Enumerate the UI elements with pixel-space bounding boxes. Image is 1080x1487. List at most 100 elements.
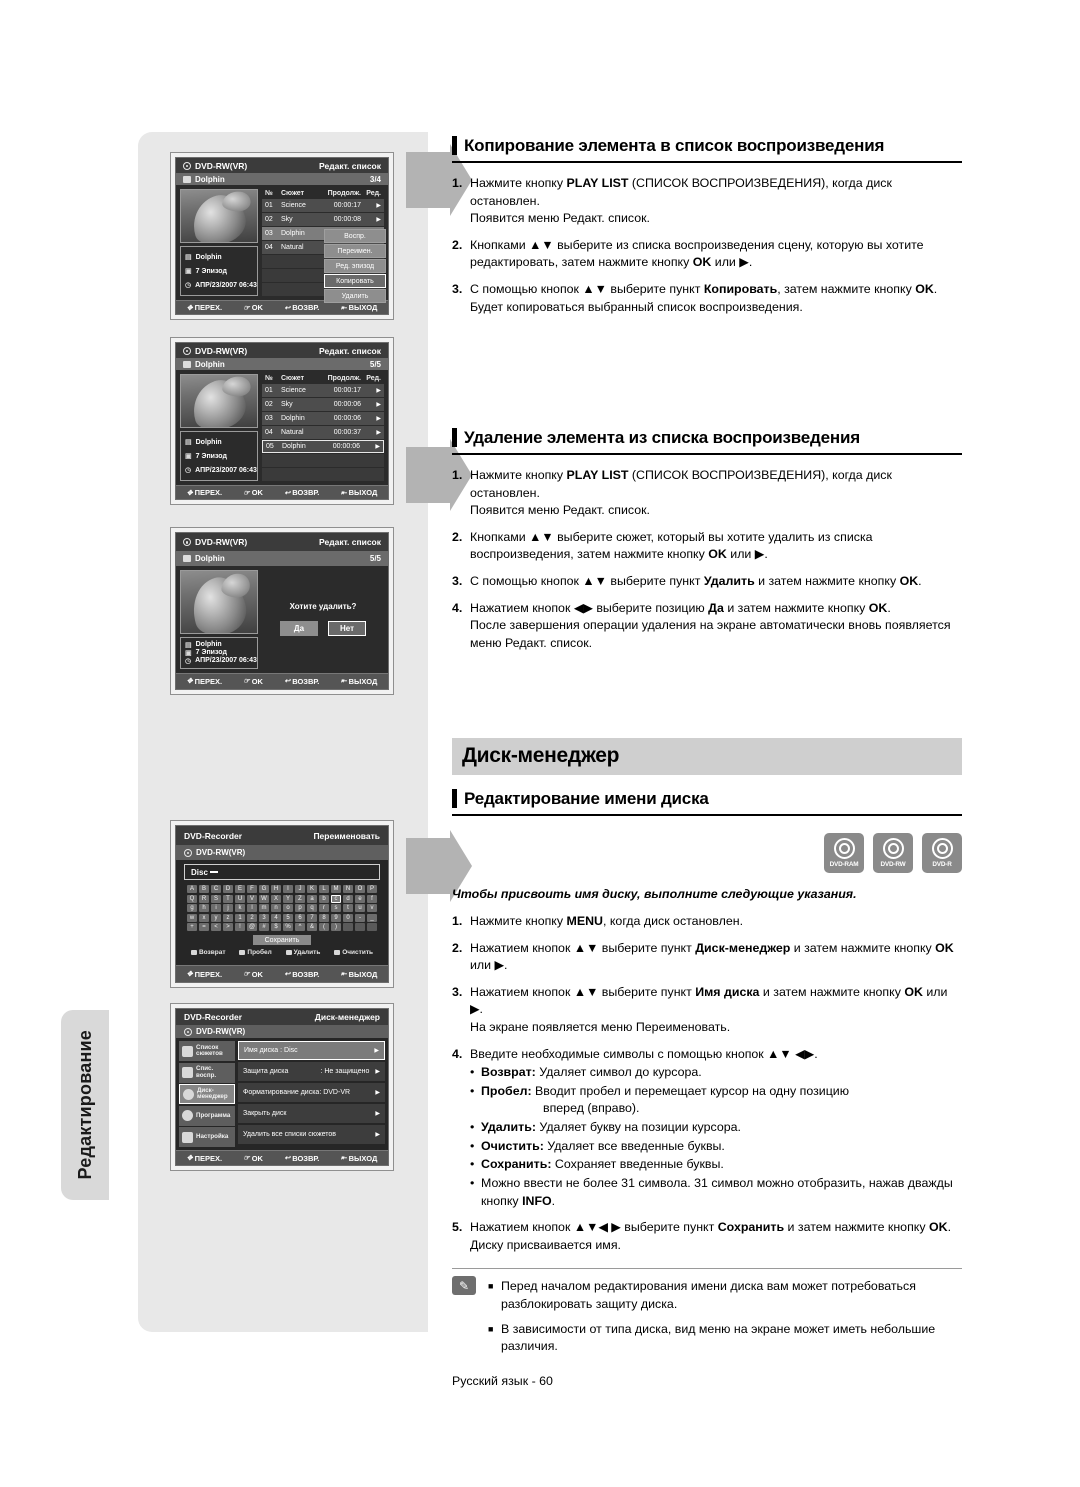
keyboard-key[interactable]: K [306, 885, 318, 893]
keyboard-key[interactable]: 3 [258, 913, 270, 922]
keyboard-key[interactable]: > [222, 923, 234, 931]
keyboard-key[interactable]: s [330, 904, 342, 912]
keyboard-key[interactable]: V [246, 894, 258, 903]
context-menu-item-rename[interactable]: Переимен. [324, 244, 386, 259]
sidebar-item-title-list[interactable]: Список сюжетов [179, 1041, 235, 1062]
keyboard-key[interactable]: O [354, 885, 366, 893]
keyboard-key[interactable]: U [234, 894, 246, 903]
keyboard-key[interactable]: L [318, 885, 330, 893]
keyboard-key[interactable]: 9 [330, 913, 342, 922]
keyboard-key[interactable]: t [342, 904, 354, 912]
menu-item-delete-all-playlists[interactable]: Удалить все списки сюжетов ▶ [238, 1125, 385, 1145]
keyboard-key[interactable]: 8 [318, 913, 330, 922]
keyboard-key[interactable]: & [306, 923, 318, 931]
confirm-yes-button[interactable]: Да [280, 621, 318, 637]
keyboard-key[interactable]: F [246, 885, 258, 893]
keyboard-key[interactable]: m [258, 904, 270, 912]
keyboard-key[interactable]: z [222, 913, 234, 922]
keyboard-key[interactable]: S [210, 894, 222, 903]
keyboard-key[interactable]: q [306, 904, 318, 912]
keyboard-key[interactable]: ) [330, 923, 342, 931]
keyboard-key[interactable]: R [198, 894, 210, 903]
keyboard-key[interactable]: j [222, 904, 234, 912]
table-row[interactable]: 03 Dolphin 00:00:06 ▶ [262, 412, 384, 426]
keyboard-key[interactable]: ( [318, 923, 330, 931]
keyboard-key[interactable]: c [330, 894, 342, 903]
keyboard-key[interactable]: 1 [234, 913, 246, 922]
context-menu-item-delete[interactable]: Удалить [324, 289, 386, 304]
context-menu[interactable]: Воспр. Переимен. Ред. эпизод Копировать … [324, 229, 386, 304]
keyboard-key[interactable]: 6 [294, 913, 306, 922]
keyboard-key[interactable]: x [198, 913, 210, 922]
keyboard-key[interactable]: J [294, 885, 306, 893]
keyboard-key[interactable]: g [186, 904, 198, 912]
keyboard-key[interactable]: 7 [306, 913, 318, 922]
table-row[interactable]: 01 Science 00:00:17 ▶ [262, 199, 384, 213]
sidebar-item-disc-manager[interactable]: Диск-менеджер [179, 1084, 235, 1105]
disc-manager-sidebar[interactable]: Список сюжетов Спис. воспр. Диск-менедже… [179, 1041, 235, 1148]
keyboard-key[interactable]: i [210, 904, 222, 912]
disc-manager-menu[interactable]: Имя диска : Disc ▶ Защита диска: Не защищ… [238, 1041, 385, 1147]
table-row[interactable]: 01 Science 00:00:17 ▶ [262, 384, 384, 398]
keyboard-key[interactable]: Q [186, 894, 198, 903]
keyboard-key[interactable]: p [294, 904, 306, 912]
keyboard-key[interactable]: A [186, 885, 198, 893]
menu-item-disc-protection[interactable]: Защита диска: Не защищено ▶ [238, 1062, 385, 1082]
keyboard-key[interactable]: N [342, 885, 354, 893]
keyboard-key[interactable]: Z [294, 894, 306, 903]
keyboard-key[interactable]: ! [234, 923, 246, 931]
keyboard-key[interactable]: 4 [270, 913, 282, 922]
context-menu-item-copy[interactable]: Копировать [324, 274, 386, 289]
keyboard-key[interactable]: C [210, 885, 222, 893]
confirm-no-button[interactable]: Нет [328, 621, 366, 637]
keyboard-key[interactable]: G [258, 885, 270, 893]
keyboard-key[interactable]: b [318, 894, 330, 903]
keyboard-key[interactable]: % [282, 923, 294, 931]
keyboard-key[interactable]: a [306, 894, 318, 903]
onscreen-keyboard[interactable]: ABCDEFGHIJKLMNOPQRSTUVWXYZabcdefghijklmn… [184, 885, 380, 931]
keyboard-key[interactable]: D [222, 885, 234, 893]
keyboard-key[interactable]: @ [246, 923, 258, 931]
keyboard-key[interactable]: v [366, 904, 378, 912]
keyboard-key[interactable]: k [234, 904, 246, 912]
keyboard-key[interactable]: # [258, 923, 270, 931]
keyboard-key[interactable]: o [282, 904, 294, 912]
scene-list[interactable]: 01 Science 00:00:17 ▶ 02 Sky 00:00:06 ▶ 03 Dolp… [262, 384, 384, 482]
sidebar-item-program[interactable]: Программа [179, 1105, 235, 1126]
keyboard-key[interactable]: $ [270, 923, 282, 931]
keyboard-key[interactable]: _ [366, 913, 378, 922]
keyboard-key[interactable]: r [318, 904, 330, 912]
context-menu-item-edit-episode[interactable]: Ред. эпизод [324, 259, 386, 274]
keyboard-key[interactable]: Y [282, 894, 294, 903]
keyboard-key[interactable]: u [354, 904, 366, 912]
keyboard-key[interactable]: P [366, 885, 378, 893]
keyboard-key[interactable]: = [198, 923, 210, 931]
keyboard-key[interactable]: E [234, 885, 246, 893]
keyboard-key[interactable]: X [270, 894, 282, 903]
keyboard-key[interactable]: < [210, 923, 222, 931]
context-menu-item-play[interactable]: Воспр. [324, 229, 386, 244]
keyboard-key[interactable]: n [270, 904, 282, 912]
keyboard-key[interactable]: B [198, 885, 210, 893]
menu-item-disc-format[interactable]: Форматирование диска: DVD-VR ▶ [238, 1083, 385, 1103]
table-row[interactable]: 02 Sky 00:00:06 ▶ [262, 398, 384, 412]
keyboard-key[interactable]: h [198, 904, 210, 912]
keyboard-key[interactable]: M [330, 885, 342, 893]
keyboard-key[interactable]: - [354, 913, 366, 922]
table-row[interactable]: 02 Sky 00:00:08 ▶ [262, 213, 384, 227]
menu-item-finalize-disc[interactable]: Закрыть диск ▶ [238, 1104, 385, 1124]
keyboard-key[interactable]: e [354, 894, 366, 903]
keyboard-key[interactable]: w [186, 913, 198, 922]
keyboard-key[interactable]: I [282, 885, 294, 893]
keyboard-save-button[interactable]: Сохранить [253, 935, 311, 945]
keyboard-key[interactable]: d [342, 894, 354, 903]
keyboard-key[interactable]: 0 [342, 913, 354, 922]
table-row[interactable]: 04 Natural 00:00:37 ▶ [262, 426, 384, 440]
table-row[interactable]: 05 Dolphin 00:00:06 ▶ [262, 440, 384, 454]
keyboard-key[interactable]: W [258, 894, 270, 903]
keyboard-key[interactable]: f [366, 894, 378, 903]
keyboard-key[interactable]: + [186, 923, 198, 931]
disc-name-input[interactable]: Disc [184, 864, 380, 880]
sidebar-item-playlist[interactable]: Спис. воспр. [179, 1062, 235, 1083]
menu-item-disc-name[interactable]: Имя диска : Disc ▶ [238, 1041, 385, 1061]
